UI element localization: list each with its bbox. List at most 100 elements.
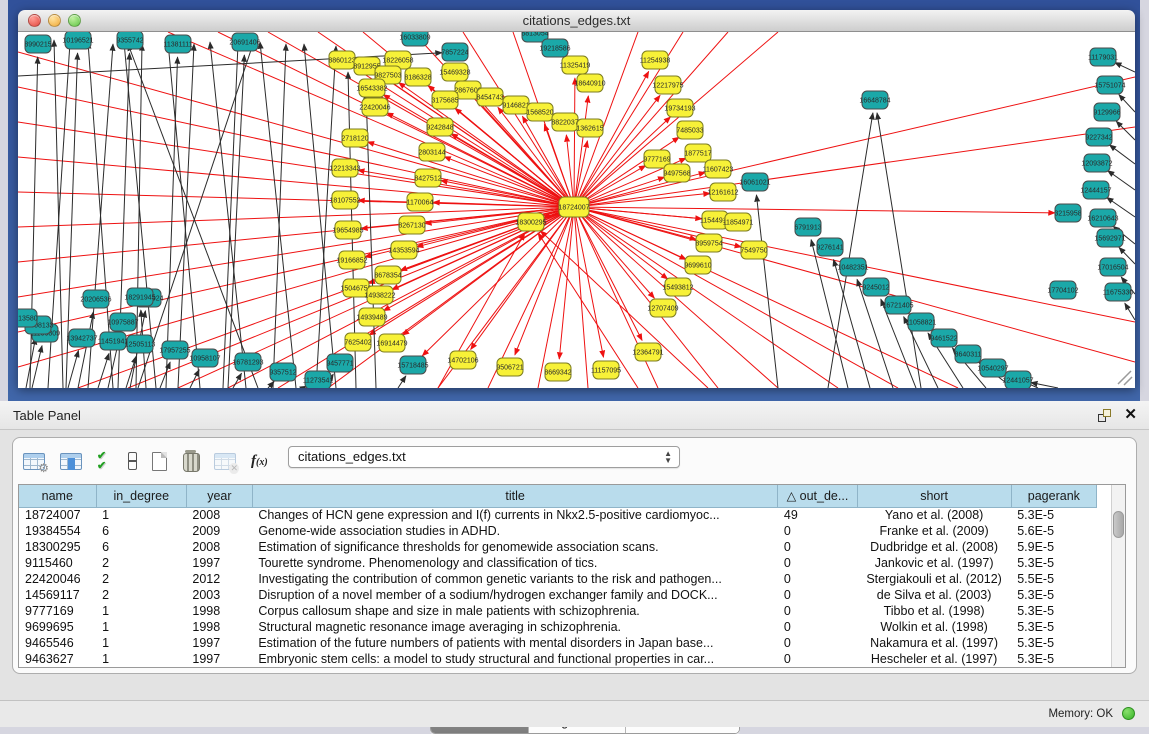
table-row[interactable]: 946362711997Embryonic stem cells: a mode… bbox=[19, 651, 1097, 667]
trash-icon[interactable] bbox=[182, 452, 199, 471]
table-row[interactable]: 1830029562008Estimation of significance … bbox=[19, 539, 1097, 555]
graph-node[interactable]: 12441057 bbox=[1002, 371, 1033, 388]
graph-node[interactable]: 12444157 bbox=[1080, 181, 1111, 199]
rows-mode-icon[interactable] bbox=[128, 452, 137, 470]
table-row[interactable]: 977716911998Corpus callosum shape and si… bbox=[19, 603, 1097, 619]
graph-node[interactable]: 8913580 bbox=[18, 309, 38, 327]
table-scrollbar-thumb[interactable] bbox=[1113, 511, 1124, 538]
graph-node[interactable]: 14938222 bbox=[364, 286, 395, 304]
graph-node[interactable]: 18640910 bbox=[574, 74, 605, 92]
graph-node[interactable]: 17704102 bbox=[1047, 281, 1078, 299]
graph-node[interactable]: 11273541 bbox=[303, 371, 334, 388]
graph-node[interactable]: 11179031 bbox=[1088, 48, 1118, 66]
graph-node[interactable]: 9227342 bbox=[1085, 128, 1112, 146]
graph-node[interactable]: 9242848 bbox=[426, 118, 453, 136]
graph-node[interactable]: 18300295 bbox=[515, 213, 546, 231]
graph-node[interactable]: 17957255 bbox=[159, 341, 190, 359]
graph-node[interactable]: 8267130 bbox=[398, 216, 425, 234]
graph-node[interactable]: 1877517 bbox=[684, 144, 711, 162]
column-header-name[interactable]: name bbox=[19, 485, 96, 507]
table-select-dropdown[interactable]: citations_edges.txt ▲▼ bbox=[288, 446, 680, 468]
graph-node[interactable]: 9457771 bbox=[326, 354, 353, 372]
graph-node[interactable]: 16210643 bbox=[1087, 209, 1118, 227]
graph-node[interactable]: 11058821 bbox=[906, 313, 937, 331]
graph-node[interactable]: 10482351 bbox=[837, 258, 868, 276]
graph-node[interactable]: 14702106 bbox=[447, 351, 478, 369]
graph-node[interactable]: 12093872 bbox=[1081, 154, 1112, 172]
graph-node[interactable]: 12217975 bbox=[652, 76, 683, 94]
graph-node[interactable]: 16781293 bbox=[232, 353, 263, 371]
graph-node[interactable]: 9276141 bbox=[816, 238, 843, 256]
graph-node[interactable]: 19734193 bbox=[664, 99, 695, 117]
float-panel-icon[interactable] bbox=[1098, 409, 1111, 422]
graph-node[interactable]: 10196521 bbox=[62, 32, 93, 49]
graph-node[interactable]: 15718485 bbox=[397, 356, 428, 374]
column-header-short[interactable]: short bbox=[857, 485, 1011, 507]
graph-node[interactable]: 16061021 bbox=[739, 173, 770, 191]
graph-node[interactable]: 16914479 bbox=[376, 334, 407, 352]
graph-node[interactable]: 20691406 bbox=[229, 33, 260, 51]
zoom-window-icon[interactable] bbox=[68, 14, 81, 27]
graph-node[interactable]: 9129966 bbox=[1093, 103, 1120, 121]
graph-node[interactable]: 19166852 bbox=[336, 251, 367, 269]
graph-node[interactable]: 3175685 bbox=[431, 91, 458, 109]
table-row[interactable]: 1872400712008Changes of HCN gene express… bbox=[19, 507, 1097, 523]
column-header-title[interactable]: title bbox=[252, 485, 778, 507]
graph-node[interactable]: 20206536 bbox=[80, 290, 111, 308]
graph-node[interactable]: 7625402 bbox=[344, 333, 371, 351]
graph-node[interactable]: 8959754 bbox=[695, 234, 722, 252]
table-row[interactable]: 1456911722003Disruption of a novel membe… bbox=[19, 587, 1097, 603]
graph-node[interactable]: 14939489 bbox=[356, 308, 387, 326]
graph-node[interactable]: 7485033 bbox=[676, 121, 703, 139]
graph-node[interactable]: 9355742 bbox=[116, 32, 143, 49]
graph-node[interactable]: 12213343 bbox=[329, 159, 360, 177]
graph-node[interactable]: 22420046 bbox=[359, 98, 390, 116]
graph-node[interactable]: 15751074 bbox=[1094, 76, 1125, 94]
graph-node[interactable]: 3215958 bbox=[1054, 204, 1081, 222]
graph-node[interactable]: 16543382 bbox=[356, 79, 387, 97]
graph-node[interactable]: 2718120 bbox=[341, 129, 368, 147]
graph-node[interactable]: 16033809 bbox=[399, 32, 430, 46]
graph-node[interactable]: 14353594 bbox=[388, 241, 419, 259]
graph-node[interactable]: 8669342 bbox=[544, 363, 571, 381]
graph-node[interactable]: 9506721 bbox=[496, 358, 523, 376]
delete-table-icon[interactable] bbox=[214, 453, 236, 470]
table-row[interactable]: 1938455462009Genome-wide association stu… bbox=[19, 523, 1097, 539]
graph-node[interactable]: 19218586 bbox=[539, 39, 570, 57]
graph-node[interactable]: 6791913 bbox=[794, 218, 821, 236]
memory-ok-indicator[interactable] bbox=[1122, 707, 1135, 720]
graph-node[interactable]: 9497568 bbox=[663, 164, 690, 182]
graph-node[interactable]: 15493812 bbox=[662, 278, 693, 296]
function-icon[interactable]: f(x) bbox=[251, 453, 277, 470]
graph-node[interactable]: 8640311 bbox=[955, 345, 982, 363]
column-header-out_degree[interactable]: △ out_de... bbox=[778, 485, 857, 507]
graph-node[interactable]: 11325419 bbox=[560, 56, 591, 74]
graph-node[interactable]: 8860123 bbox=[328, 51, 355, 69]
graph-node[interactable]: 7549750 bbox=[740, 241, 767, 259]
graph-node[interactable]: 10975887 bbox=[107, 313, 138, 331]
graph-node[interactable]: 8678354 bbox=[374, 266, 401, 284]
table-settings-icon[interactable] bbox=[23, 453, 45, 470]
graph-node[interactable]: 19654985 bbox=[332, 221, 363, 239]
graph-node[interactable]: 8427512 bbox=[414, 169, 441, 187]
graph-node[interactable]: 18291945 bbox=[124, 288, 155, 306]
graph-node[interactable]: 15469328 bbox=[439, 63, 470, 81]
select-rows-icon[interactable] bbox=[97, 451, 113, 471]
graph-node[interactable]: 12364791 bbox=[632, 343, 663, 361]
close-panel-icon[interactable]: ✕ bbox=[1124, 405, 1137, 423]
graph-node[interactable]: 12707409 bbox=[647, 299, 678, 317]
citation-graph[interactable]: 8427512117006482671301435359486783541504… bbox=[18, 32, 1135, 388]
graph-node[interactable]: 11675330 bbox=[1103, 283, 1134, 301]
graph-node[interactable]: 9699610 bbox=[684, 256, 711, 274]
graph-node[interactable]: 15692971 bbox=[1094, 229, 1125, 247]
graph-node[interactable]: 10958107 bbox=[189, 349, 220, 367]
close-window-icon[interactable] bbox=[28, 14, 41, 27]
graph-node[interactable]: 2803144 bbox=[418, 143, 445, 161]
minimize-window-icon[interactable] bbox=[48, 14, 61, 27]
graph-node[interactable]: 1568520 bbox=[526, 103, 553, 121]
graph-node[interactable]: 1362615 bbox=[576, 119, 603, 137]
graph-node[interactable]: 11381111 bbox=[163, 35, 192, 53]
graph-node[interactable]: 1170064 bbox=[407, 193, 434, 211]
table-columns-icon[interactable] bbox=[60, 453, 82, 470]
graph-node[interactable]: 9357512 bbox=[269, 363, 296, 381]
